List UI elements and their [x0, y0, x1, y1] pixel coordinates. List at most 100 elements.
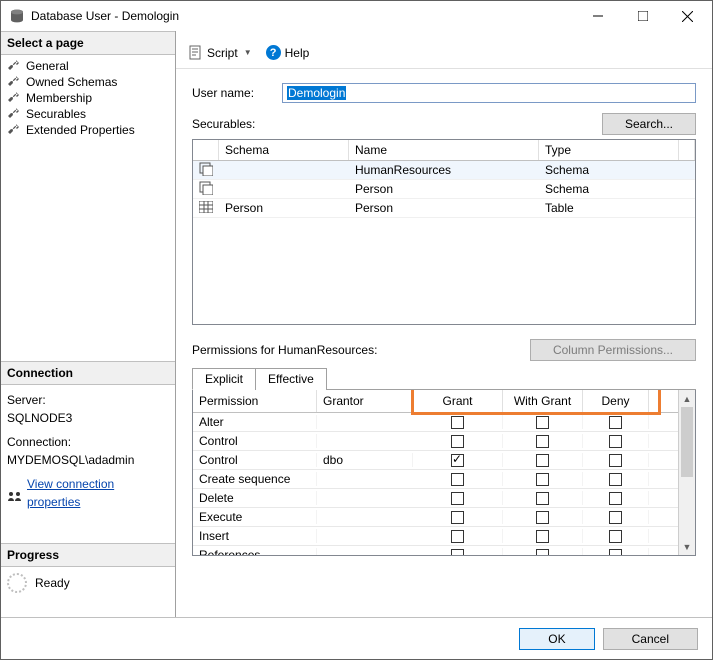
- cell-grant: [413, 415, 503, 429]
- checkbox[interactable]: [609, 492, 622, 505]
- scroll-down-icon[interactable]: ▼: [679, 538, 695, 555]
- row-icon: [193, 200, 219, 217]
- checkbox[interactable]: [609, 454, 622, 467]
- cell-deny: [583, 548, 649, 555]
- table-row[interactable]: Create sequence: [193, 470, 678, 489]
- page-securables[interactable]: Securables: [5, 106, 171, 122]
- cell-grant: [413, 491, 503, 505]
- table-row[interactable]: Execute: [193, 508, 678, 527]
- cell-grantor: dbo: [317, 453, 413, 467]
- page-general[interactable]: General: [5, 58, 171, 74]
- checkbox[interactable]: [536, 530, 549, 543]
- checkbox[interactable]: [451, 511, 464, 524]
- col-schema[interactable]: Schema: [219, 140, 349, 160]
- checkbox[interactable]: [451, 473, 464, 486]
- main-panel: Script ▼ ? Help User name: Demologin Sec…: [176, 31, 712, 617]
- tab-effective[interactable]: Effective: [255, 368, 327, 390]
- progress-spinner-icon: [7, 573, 27, 593]
- script-button[interactable]: Script ▼: [184, 43, 256, 62]
- permissions-grid[interactable]: Permission Grantor Grant With Grant Deny…: [192, 390, 696, 556]
- database-icon: [9, 8, 25, 24]
- column-permissions-button: Column Permissions...: [530, 339, 696, 361]
- page-owned-schemas[interactable]: Owned Schemas: [5, 74, 171, 90]
- col-with-grant[interactable]: With Grant: [503, 390, 583, 412]
- cell-permission: Alter: [193, 415, 317, 429]
- checkbox[interactable]: [536, 511, 549, 524]
- tab-explicit[interactable]: Explicit: [192, 368, 256, 390]
- page-membership[interactable]: Membership: [5, 90, 171, 106]
- script-icon: [188, 45, 203, 60]
- cancel-button[interactable]: Cancel: [603, 628, 698, 650]
- col-permission[interactable]: Permission: [193, 390, 317, 412]
- table-row[interactable]: PersonSchema: [193, 180, 695, 199]
- checkbox[interactable]: [609, 530, 622, 543]
- checkbox[interactable]: [609, 549, 622, 555]
- cell-permission: Insert: [193, 529, 317, 543]
- table-row[interactable]: References: [193, 546, 678, 555]
- checkbox[interactable]: [536, 473, 549, 486]
- vertical-scrollbar[interactable]: ▲ ▼: [678, 390, 695, 555]
- page-extended-properties[interactable]: Extended Properties: [5, 122, 171, 138]
- securables-label: Securables:: [192, 117, 255, 131]
- help-button[interactable]: ? Help: [262, 43, 314, 62]
- checkbox[interactable]: [451, 549, 464, 555]
- cell-grant: [413, 548, 503, 555]
- checkbox[interactable]: [451, 454, 464, 467]
- checkbox[interactable]: [536, 435, 549, 448]
- checkbox[interactable]: [451, 530, 464, 543]
- cell-deny: [583, 472, 649, 486]
- wrench-icon: [7, 107, 21, 121]
- checkbox[interactable]: [609, 416, 622, 429]
- checkbox[interactable]: [451, 416, 464, 429]
- close-button[interactable]: [665, 2, 710, 30]
- maximize-button[interactable]: [620, 2, 665, 30]
- cell-grant: [413, 472, 503, 486]
- scroll-thumb[interactable]: [681, 407, 693, 477]
- cell-schema: [219, 169, 349, 171]
- wrench-icon: [7, 123, 21, 137]
- connection-icon: [7, 488, 22, 498]
- cell-deny: [583, 510, 649, 524]
- view-connection-properties-link[interactable]: View connection properties: [27, 475, 169, 511]
- col-deny[interactable]: Deny: [583, 390, 649, 412]
- search-button[interactable]: Search...: [602, 113, 696, 135]
- ok-button[interactable]: OK: [519, 628, 594, 650]
- col-grantor[interactable]: Grantor: [317, 390, 413, 412]
- checkbox[interactable]: [451, 492, 464, 505]
- page-label: General: [26, 59, 69, 73]
- wrench-icon: [7, 91, 21, 105]
- server-value: SQLNODE3: [7, 409, 169, 427]
- page-label: Membership: [26, 91, 92, 105]
- checkbox[interactable]: [451, 435, 464, 448]
- cell-permission: Delete: [193, 491, 317, 505]
- username-input[interactable]: Demologin: [282, 83, 696, 103]
- cell-permission: Execute: [193, 510, 317, 524]
- checkbox[interactable]: [609, 473, 622, 486]
- permissions-title: Permissions for HumanResources:: [192, 343, 377, 357]
- col-type[interactable]: Type: [539, 140, 679, 160]
- col-name[interactable]: Name: [349, 140, 539, 160]
- table-row[interactable]: PersonPersonTable: [193, 199, 695, 218]
- cell-with-grant: [503, 548, 583, 555]
- securables-grid[interactable]: Schema Name Type HumanResourcesSchemaPer…: [192, 139, 696, 325]
- table-row[interactable]: Alter: [193, 413, 678, 432]
- help-icon: ?: [266, 45, 281, 60]
- table-row[interactable]: HumanResourcesSchema: [193, 161, 695, 180]
- checkbox[interactable]: [536, 549, 549, 555]
- minimize-button[interactable]: [575, 2, 620, 30]
- script-label: Script: [207, 46, 238, 60]
- checkbox[interactable]: [609, 435, 622, 448]
- checkbox[interactable]: [536, 416, 549, 429]
- cell-with-grant: [503, 529, 583, 543]
- table-row[interactable]: Insert: [193, 527, 678, 546]
- table-row[interactable]: Controldbo: [193, 451, 678, 470]
- checkbox[interactable]: [536, 492, 549, 505]
- checkbox[interactable]: [536, 454, 549, 467]
- scroll-up-icon[interactable]: ▲: [679, 390, 695, 407]
- checkbox[interactable]: [609, 511, 622, 524]
- table-row[interactable]: Delete: [193, 489, 678, 508]
- table-row[interactable]: Control: [193, 432, 678, 451]
- progress-status: Ready: [35, 576, 70, 590]
- col-grant[interactable]: Grant: [413, 390, 503, 412]
- sidebar: Select a page General Owned Schemas Memb…: [1, 31, 176, 617]
